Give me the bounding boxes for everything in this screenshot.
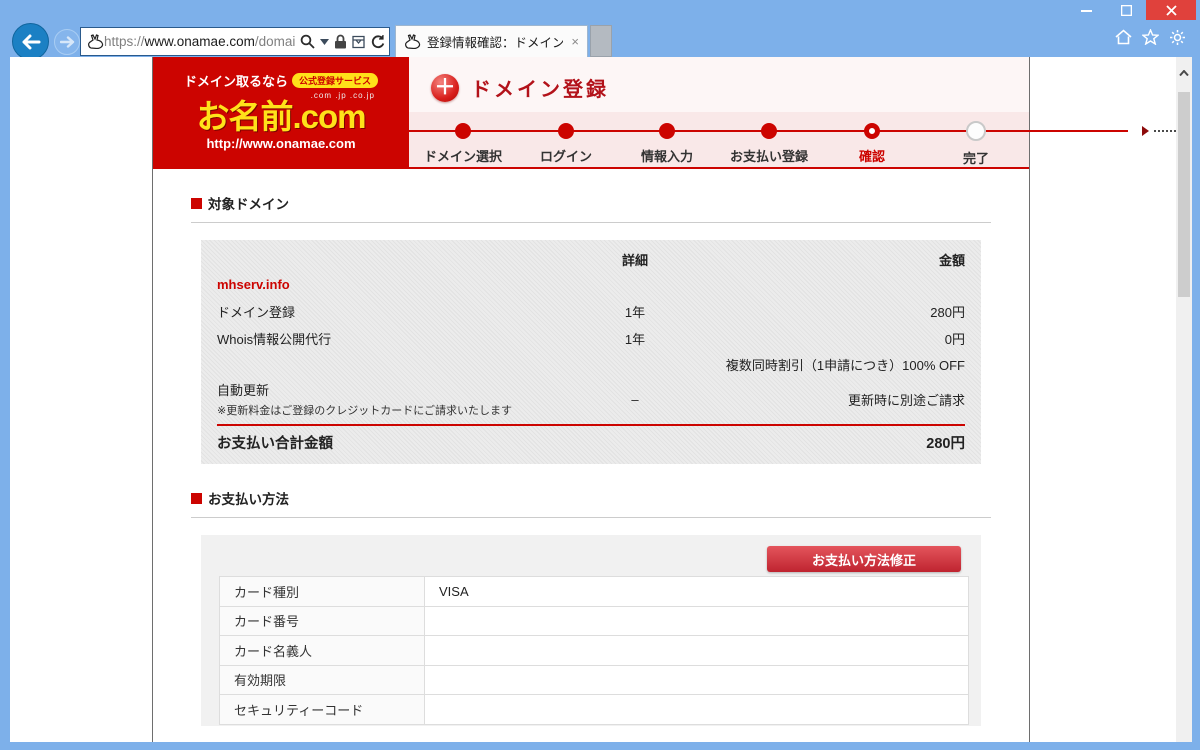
tab-title: 登録情報確認：ドメイン取る... bbox=[427, 32, 563, 51]
logo-brand-text: お名前.com bbox=[153, 100, 409, 135]
forward-arrow-icon bbox=[60, 36, 75, 48]
section-bullet-icon bbox=[191, 493, 202, 504]
table-row: カード名義人 bbox=[220, 636, 968, 666]
forward-button[interactable] bbox=[54, 29, 80, 55]
table-row: セキュリティーコード bbox=[220, 695, 968, 725]
card-info-table: カード種別 VISA カード番号 カード名義人 有効期限 bbox=[219, 576, 969, 725]
tab-close-icon[interactable]: × bbox=[569, 33, 581, 50]
browser-tab[interactable]: 登録情報確認：ドメイン取る... × bbox=[395, 25, 588, 57]
section-target-domain: 対象ドメイン bbox=[191, 193, 991, 213]
wizard-header: ＋ ドメイン登録 ドメイン選択 ログイン bbox=[409, 57, 1029, 167]
section-divider bbox=[191, 222, 991, 223]
step-dot bbox=[659, 123, 675, 139]
webpage-container: ドメイン取るなら 公式登録サービス .com .jp .co.jp お名前.co… bbox=[152, 57, 1030, 742]
browser-window: https://www.onamae.com/domai 登録情報確認：ドメイン… bbox=[0, 0, 1200, 750]
compatibility-view-icon[interactable] bbox=[352, 35, 365, 49]
logo-tagline: ドメイン取るなら bbox=[184, 71, 288, 90]
favorites-star-icon bbox=[1142, 29, 1159, 45]
step-domain-select: ドメイン選択 bbox=[403, 123, 523, 165]
step-dot bbox=[761, 123, 777, 139]
payment-panel: お支払い方法修正 カード種別 VISA カード番号 カード名義人 bbox=[201, 535, 981, 726]
section-payment-method: お支払い方法 bbox=[191, 488, 991, 508]
back-button[interactable] bbox=[12, 23, 49, 60]
search-icon[interactable] bbox=[300, 34, 315, 49]
discount-row: 複数同時割引（1申請につき）100% OFF bbox=[217, 352, 965, 377]
maximize-button[interactable] bbox=[1106, 0, 1146, 20]
total-amount: 280円 bbox=[715, 432, 965, 453]
table-row: ドメイン登録 1年 280円 bbox=[217, 298, 965, 325]
url-text: https://www.onamae.com/domai bbox=[104, 34, 295, 49]
favorites-button[interactable] bbox=[1141, 28, 1159, 46]
maximize-icon bbox=[1121, 5, 1132, 16]
step-complete: 完了 bbox=[916, 123, 1036, 167]
wizard-title: ドメイン登録 bbox=[471, 73, 609, 102]
domain-summary-table: 詳細 金額 mhserv.info ドメイン登録 1年 280円 Whois情報… bbox=[201, 240, 981, 464]
home-button[interactable] bbox=[1114, 28, 1132, 46]
minimize-icon bbox=[1081, 5, 1092, 16]
domain-name: mhserv.info bbox=[217, 277, 555, 292]
edit-payment-button[interactable]: お支払い方法修正 bbox=[767, 546, 961, 572]
logo-badge: 公式登録サービス bbox=[292, 73, 378, 88]
onamae-favicon-icon bbox=[87, 34, 104, 49]
tab-favicon-icon bbox=[404, 34, 421, 49]
table-row: 有効期限 bbox=[220, 666, 968, 696]
lock-icon bbox=[334, 34, 347, 49]
scrollbar[interactable] bbox=[1176, 57, 1192, 742]
table-header-row: 詳細 金額 bbox=[217, 248, 965, 270]
step-dot-current bbox=[864, 123, 880, 139]
logo-url: http://www.onamae.com bbox=[153, 136, 409, 151]
close-icon bbox=[1166, 5, 1177, 16]
onamae-logo[interactable]: ドメイン取るなら 公式登録サービス .com .jp .co.jp お名前.co… bbox=[153, 57, 409, 169]
close-button[interactable] bbox=[1146, 0, 1196, 20]
card-type-value: VISA bbox=[425, 584, 469, 599]
window-controls bbox=[1066, 0, 1196, 20]
step-confirm: 確認 bbox=[812, 123, 932, 165]
step-dot-todo bbox=[966, 121, 986, 141]
table-row: カード種別 VISA bbox=[220, 577, 968, 607]
domain-name-row: mhserv.info bbox=[217, 270, 965, 298]
renewal-note: ※更新料金はご登録のクレジットカードにご請求いたします bbox=[217, 402, 555, 418]
table-row: Whois情報公開代行 1年 0円 bbox=[217, 325, 965, 352]
site-header: ドメイン取るなら 公式登録サービス .com .jp .co.jp お名前.co… bbox=[153, 57, 1029, 169]
plus-icon: ＋ bbox=[431, 74, 459, 102]
step-dot bbox=[558, 123, 574, 139]
address-bar[interactable]: https://www.onamae.com/domai bbox=[80, 27, 390, 56]
settings-button[interactable] bbox=[1168, 28, 1186, 46]
discount-text: 複数同時割引（1申請につき）100% OFF bbox=[715, 355, 965, 374]
scroll-up-button[interactable] bbox=[1177, 65, 1191, 81]
minimize-button[interactable] bbox=[1066, 0, 1106, 20]
section-bullet-icon bbox=[191, 198, 202, 209]
back-arrow-icon bbox=[21, 34, 41, 50]
page-viewport: ドメイン取るなら 公式登録サービス .com .jp .co.jp お名前.co… bbox=[10, 57, 1176, 742]
settings-gear-icon bbox=[1169, 29, 1186, 46]
section-divider bbox=[191, 517, 991, 518]
auto-renewal-row: 自動更新 ※更新料金はご登録のクレジットカードにご請求いたします – 更新時に別… bbox=[217, 377, 965, 424]
scrollbar-thumb[interactable] bbox=[1178, 92, 1190, 297]
refresh-icon[interactable] bbox=[370, 34, 385, 49]
table-row: カード番号 bbox=[220, 607, 968, 637]
step-payment: お支払い登録 bbox=[709, 123, 829, 165]
total-row: お支払い合計金額 280円 bbox=[217, 426, 965, 458]
chevron-down-icon[interactable] bbox=[320, 39, 329, 45]
new-tab-button[interactable] bbox=[590, 25, 612, 57]
step-dot bbox=[455, 123, 471, 139]
chevron-up-icon bbox=[1179, 70, 1189, 76]
progress-line-dotted bbox=[1154, 130, 1176, 132]
progress-arrow-icon bbox=[1142, 126, 1149, 136]
renewal-label: 自動更新 bbox=[217, 380, 555, 399]
home-icon bbox=[1115, 29, 1132, 45]
